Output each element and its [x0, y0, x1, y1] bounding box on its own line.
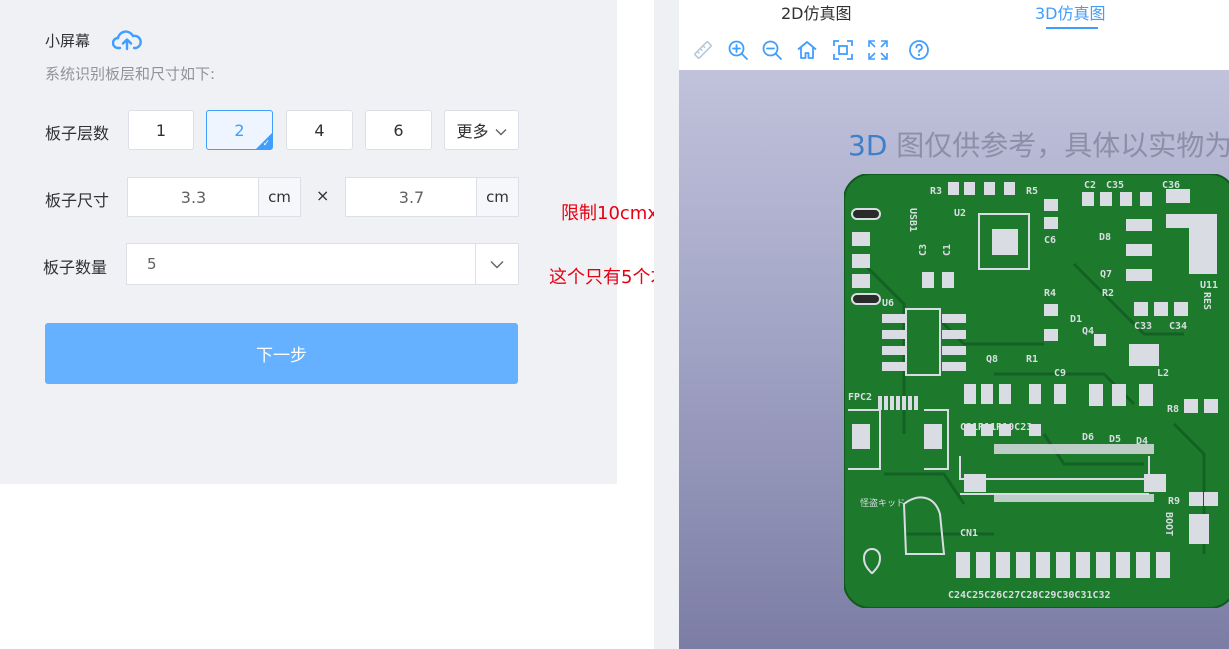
- svg-text:R9: R9: [1168, 496, 1180, 507]
- height-input[interactable]: 3.7: [345, 177, 478, 217]
- fit-screen-icon[interactable]: [831, 38, 855, 62]
- layer-option-4[interactable]: 4: [286, 110, 353, 150]
- svg-text:Q4: Q4: [1082, 326, 1094, 337]
- svg-text:D8: D8: [1099, 232, 1111, 243]
- preview-disclaimer: 3D 图仅供参考，具体以实物为准: [848, 124, 1229, 164]
- svg-text:U2: U2: [954, 208, 966, 219]
- svg-text:D1: D1: [1070, 314, 1082, 325]
- svg-text:U11: U11: [1200, 280, 1218, 291]
- next-step-button[interactable]: 下一步: [45, 323, 518, 384]
- layer-option-2[interactable]: 2 ✓: [206, 110, 273, 150]
- svg-text:CN1: CN1: [960, 528, 978, 539]
- pcb-preview-viewer: 2D仿真图 3D仿真图 3D 图仅供参考，具体以实物为准 R3 R5 C2 C3…: [679, 0, 1229, 649]
- chevron-down-icon[interactable]: [475, 244, 518, 284]
- svg-text:R4: R4: [1044, 288, 1056, 299]
- quantity-select[interactable]: 5: [126, 243, 519, 285]
- svg-text:C1: C1: [942, 244, 953, 256]
- more-label: 更多: [456, 122, 489, 141]
- svg-text:C2: C2: [1084, 180, 1096, 191]
- cloud-upload-icon[interactable]: [111, 28, 142, 52]
- help-icon[interactable]: [907, 38, 931, 62]
- chevron-down-icon: [495, 121, 507, 140]
- svg-text:Q8: Q8: [986, 354, 998, 365]
- svg-text:C36: C36: [1162, 180, 1180, 191]
- width-input[interactable]: 3.3: [127, 177, 260, 217]
- check-icon: ✓: [262, 139, 270, 149]
- layer-option-1[interactable]: 1: [128, 110, 194, 150]
- preview-disclaimer-text: 图仅供参考，具体以实物为准: [887, 129, 1229, 162]
- svg-text:RES: RES: [1201, 292, 1212, 310]
- detect-hint: 系统识别板层和尺寸如下:: [45, 65, 216, 83]
- svg-text:C33: C33: [1134, 321, 1152, 332]
- fullscreen-icon[interactable]: [866, 38, 890, 62]
- svg-text:C35: C35: [1106, 180, 1124, 191]
- height-unit: cm: [476, 177, 519, 217]
- pcb-label: R3: [930, 186, 942, 197]
- quantity-label: 板子数量: [43, 258, 108, 277]
- file-row: 小屏幕: [45, 28, 142, 52]
- svg-text:R8: R8: [1167, 404, 1179, 415]
- svg-text:C21R11R10C23: C21R11R10C23: [960, 422, 1032, 433]
- viewer-divider: [654, 0, 679, 649]
- pcb-board-render: R3 R5 C2 C35 C36 U2 C6 D8 Q7 U11 R4 R2 U6 D1 C33 C3…: [844, 174, 1229, 608]
- zoom-out-icon[interactable]: [760, 38, 784, 62]
- svg-text:R2: R2: [1102, 288, 1114, 299]
- preview-disclaimer-accent: 3D: [848, 129, 888, 162]
- svg-text:C34: C34: [1169, 321, 1187, 332]
- svg-text:R1: R1: [1026, 354, 1038, 365]
- svg-text:USB1: USB1: [907, 208, 918, 232]
- svg-text:L2: L2: [1157, 368, 1169, 379]
- ruler-icon[interactable]: [691, 38, 715, 62]
- layer-option-2-label: 2: [234, 120, 245, 140]
- svg-text:C9: C9: [1054, 368, 1066, 379]
- svg-text:C6: C6: [1044, 235, 1056, 246]
- home-icon[interactable]: [795, 38, 819, 62]
- tab-2d-preview[interactable]: 2D仿真图: [781, 0, 852, 24]
- svg-text:D6: D6: [1082, 432, 1094, 443]
- width-unit: cm: [258, 177, 301, 217]
- file-name: 小屏幕: [45, 31, 91, 50]
- svg-text:C24C25C26C27C28C29C30C31C32: C24C25C26C27C28C29C30C31C32: [948, 590, 1111, 601]
- svg-text:C3: C3: [918, 244, 929, 256]
- pcb-silkscreen-text: 怪盗キッド: [860, 497, 905, 509]
- order-form-panel: 小屏幕 系统识别板层和尺寸如下: 板子层数 1 2 ✓ 4 6 更多 板子尺寸 …: [0, 0, 617, 484]
- svg-text:D5: D5: [1109, 434, 1121, 445]
- svg-text:D4: D4: [1136, 436, 1148, 447]
- svg-text:Q7: Q7: [1100, 269, 1112, 280]
- size-label: 板子尺寸: [45, 191, 110, 210]
- active-tab-underline: [1046, 27, 1098, 29]
- svg-text:BOOT: BOOT: [1163, 512, 1174, 536]
- quantity-value: 5: [147, 255, 157, 273]
- times-sign: ×: [316, 186, 330, 205]
- svg-text:R5: R5: [1026, 186, 1038, 197]
- svg-text:U6: U6: [882, 298, 894, 309]
- layer-option-6[interactable]: 6: [365, 110, 432, 150]
- layers-label: 板子层数: [45, 124, 110, 143]
- svg-text:FPC2: FPC2: [848, 392, 872, 403]
- layers-more-dropdown[interactable]: 更多: [444, 110, 519, 150]
- tab-3d-preview[interactable]: 3D仿真图: [1035, 0, 1106, 24]
- 3d-render-canvas[interactable]: 3D 图仅供参考，具体以实物为准 R3 R5 C2 C35 C36 U2 C6 …: [679, 70, 1229, 649]
- zoom-in-icon[interactable]: [726, 38, 750, 62]
